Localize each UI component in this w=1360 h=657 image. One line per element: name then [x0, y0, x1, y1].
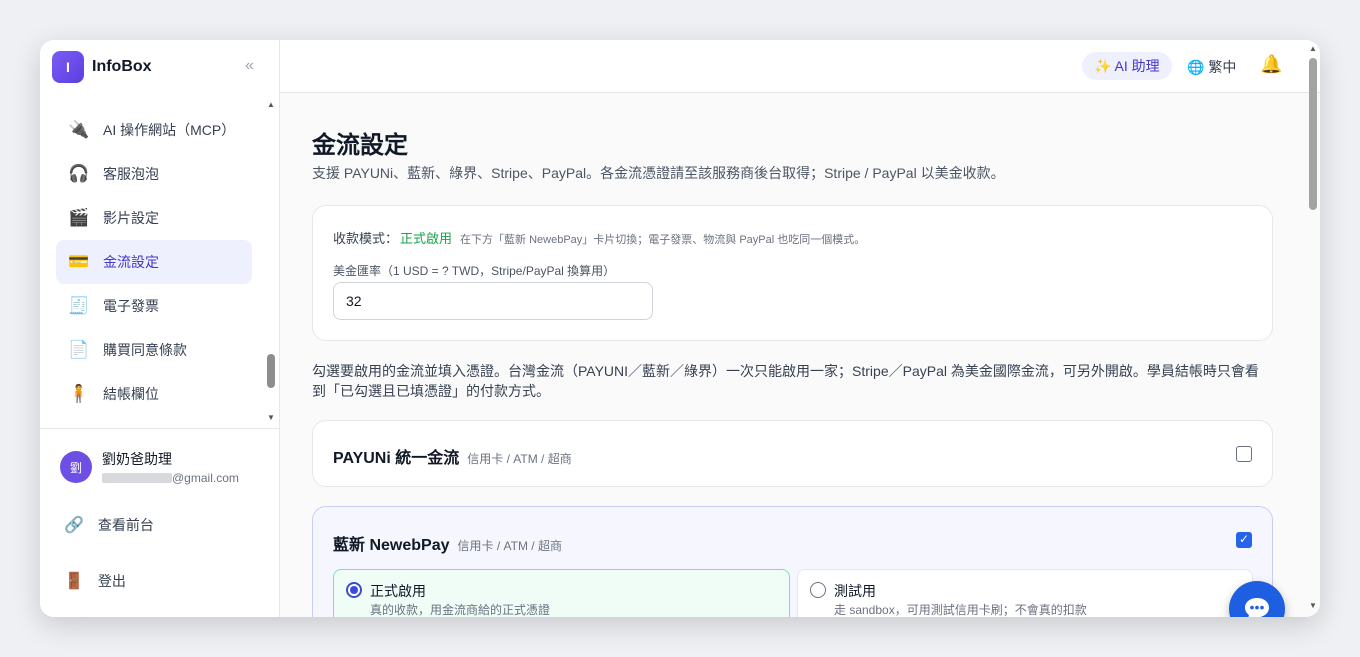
payment-mode-line: 收款模式： 正式啟用 在下方「藍新 NewebPay」卡片切換；電子發票、物流與…	[333, 228, 865, 247]
sidebar-item-video[interactable]: 🎬 影片設定	[56, 196, 252, 240]
usd-rate-input[interactable]	[333, 282, 653, 320]
avatar: 劉	[60, 451, 92, 483]
env-option-test[interactable]: 測試用 走 sandbox，可用測試信用卡刷；不會真的扣款	[797, 569, 1253, 617]
scrollbar-thumb[interactable]	[1309, 58, 1317, 210]
sidebar-item-label: 購買同意條款	[103, 342, 187, 358]
sidebar-item-terms[interactable]: 📄 購買同意條款	[56, 328, 252, 372]
sidebar-item-invoice[interactable]: 🧾 電子發票	[56, 284, 252, 328]
payment-mode-hint: 在下方「藍新 NewebPay」卡片切換；電子發票、物流與 PayPal 也吃同…	[460, 234, 866, 246]
sidebar-scroll-down-icon[interactable]: ▼	[267, 413, 275, 422]
app-name: InfoBox	[92, 58, 152, 75]
user-profile[interactable]: 劉 劉奶爸助理 @gmail.com	[60, 449, 239, 485]
brand: I InfoBox	[40, 40, 279, 94]
sidebar-item-payment[interactable]: 💳 金流設定	[56, 240, 252, 284]
sidebar-item-label: AI 操作網站（MCP）	[103, 122, 236, 138]
main-area: ✨ AI 助理 🌐 繁中 🔔 金流設定 支援 PAYUNi、藍新、綠界、Stri…	[280, 40, 1320, 617]
view-frontend-link[interactable]: 🔗 查看前台	[64, 515, 154, 535]
redacted-email-mask	[102, 473, 172, 483]
document-icon: 📄	[68, 340, 90, 359]
credit-card-icon: 💳	[68, 252, 90, 271]
plug-icon: 🔌	[68, 120, 90, 139]
sidebar: I InfoBox « ▲ 🔌 AI 操作網站（MCP） 🎧 客服泡泡 🎬 影片…	[40, 40, 280, 617]
usd-rate-label: 美金匯率（1 USD = ? TWD，Stripe/PayPal 換算用）	[333, 264, 616, 278]
payment-mode-card: 收款模式： 正式啟用 在下方「藍新 NewebPay」卡片切換；電子發票、物流與…	[312, 205, 1273, 341]
door-icon: 🚪	[64, 573, 84, 590]
sidebar-item-label: 結帳欄位	[103, 386, 159, 402]
page-content: 金流設定 支援 PAYUNi、藍新、綠界、Stripe、PayPal。各金流憑證…	[280, 93, 1306, 617]
provider-description: 勾選要啟用的金流並填入憑證。台灣金流（PAYUNI／藍新／綠界）一次只能啟用一家…	[312, 363, 1259, 399]
ai-assistant-button[interactable]: ✨ AI 助理	[1082, 52, 1172, 80]
sidebar-item-label: 客服泡泡	[103, 166, 159, 182]
top-bar: ✨ AI 助理 🌐 繁中 🔔	[280, 40, 1320, 93]
scroll-down-icon[interactable]: ▼	[1309, 601, 1317, 610]
live-radio[interactable]	[346, 582, 362, 598]
provider-name: 藍新 NewebPay	[333, 537, 450, 554]
sidebar-scrollbar[interactable]	[267, 354, 275, 388]
provider-methods: 信用卡 / ATM / 超商	[467, 452, 572, 466]
user-email: @gmail.com	[102, 471, 239, 485]
headphones-icon: 🎧	[68, 164, 90, 183]
page-subtitle: 支援 PAYUNi、藍新、綠界、Stripe、PayPal。各金流憑證請至該服務…	[312, 165, 1005, 181]
collapse-sidebar-icon[interactable]: «	[245, 57, 254, 75]
payuni-enable-checkbox[interactable]	[1236, 446, 1252, 462]
sidebar-item-label: 金流設定	[103, 254, 159, 270]
provider-card-newebpay: 藍新 NewebPay 信用卡 / ATM / 超商 ✓ 正式啟用 真的收款，用…	[312, 506, 1273, 617]
user-name: 劉奶爸助理	[102, 451, 172, 467]
scroll-up-icon[interactable]: ▲	[1309, 44, 1317, 53]
chat-bubble-icon	[1245, 598, 1269, 617]
env-option-live[interactable]: 正式啟用 真的收款，用金流商給的正式憑證	[333, 569, 790, 617]
sidebar-item-checkout-fields[interactable]: 🧍 結帳欄位	[56, 372, 252, 416]
sidebar-footer: 劉 劉奶爸助理 @gmail.com 🔗 查看前台 🚪 登出	[40, 428, 279, 617]
provider-name: PAYUNi 統一金流	[333, 450, 460, 467]
receipt-icon: 🧾	[68, 296, 90, 315]
bell-icon[interactable]: 🔔	[1260, 54, 1282, 75]
sidebar-item-label: 電子發票	[103, 298, 159, 314]
clapperboard-icon: 🎬	[68, 208, 90, 227]
payment-mode-value: 正式啟用	[400, 231, 453, 246]
test-radio[interactable]	[810, 582, 826, 598]
link-icon: 🔗	[64, 517, 84, 534]
page-title: 金流設定	[312, 132, 408, 159]
logout-link[interactable]: 🚪 登出	[64, 571, 126, 591]
language-switcher[interactable]: 🌐 繁中	[1187, 57, 1236, 77]
newebpay-enable-checkbox[interactable]: ✓	[1236, 532, 1252, 548]
main-scrollbar[interactable]: ▲ ▼	[1306, 40, 1320, 617]
app-logo: I	[52, 51, 84, 83]
app-window: I InfoBox « ▲ 🔌 AI 操作網站（MCP） 🎧 客服泡泡 🎬 影片…	[40, 40, 1320, 617]
sidebar-item-mcp[interactable]: 🔌 AI 操作網站（MCP）	[56, 108, 252, 152]
sidebar-item-chat-bubble[interactable]: 🎧 客服泡泡	[56, 152, 252, 196]
person-icon: 🧍	[68, 384, 90, 403]
sidebar-item-label: 影片設定	[103, 210, 159, 226]
provider-methods: 信用卡 / ATM / 超商	[457, 539, 562, 553]
sidebar-nav: 🔌 AI 操作網站（MCP） 🎧 客服泡泡 🎬 影片設定 💳 金流設定 🧾 電子…	[40, 100, 278, 425]
provider-card-payuni: PAYUNi 統一金流 信用卡 / ATM / 超商	[312, 420, 1273, 487]
